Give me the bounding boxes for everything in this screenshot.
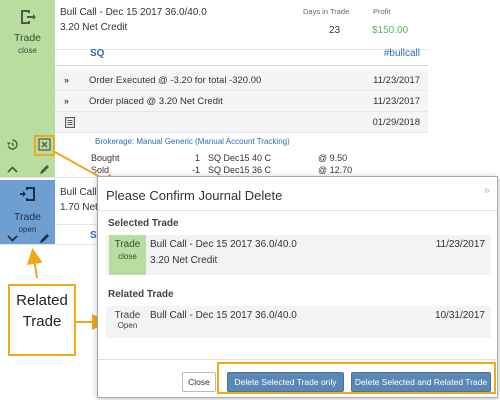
leg-quantity: 1 xyxy=(195,153,201,163)
activity-date: 11/23/2017 xyxy=(373,96,420,107)
activity-text: Order Executed @ -3.20 for total -320.00 xyxy=(89,75,262,86)
leg-price: @ 9.50 xyxy=(318,153,348,163)
badge-label: Trade xyxy=(114,239,141,250)
related-trade-date: 10/31/2017 xyxy=(434,310,485,321)
callout-line: Trade xyxy=(22,313,62,330)
selected-trade-row: Trade close Bull Call - Dec 15 2017 36.0… xyxy=(106,235,491,275)
trade-symbol-link[interactable]: SQ xyxy=(90,48,104,59)
related-trade-callout: Related Trade xyxy=(8,284,76,356)
dialog-close-icon[interactable]: » xyxy=(484,185,490,197)
related-trade-heading: Related Trade xyxy=(108,289,174,300)
activity-row: » Order placed @ 3.20 Net Credit 11/23/2… xyxy=(55,91,428,112)
callout-line: Related xyxy=(16,292,68,309)
dialog-divider xyxy=(98,210,497,211)
selected-trade-credit: 3.20 Net Credit xyxy=(150,255,218,266)
order-placed-icon: » xyxy=(64,96,70,106)
trade-strategy: Bull Call - Dec 15 2017 36.0/40.0 xyxy=(60,7,207,18)
activity-date: 11/23/2017 xyxy=(373,75,420,86)
leg-quantity: -1 xyxy=(192,165,201,175)
leg-action: Sold xyxy=(91,165,110,175)
trade-symbol-row: SQ #bullcall xyxy=(55,43,428,66)
trade-net-credit: 3.20 Net Credit xyxy=(60,22,128,33)
leg-description: SQ Dec15 36 C xyxy=(208,165,272,175)
selected-trade-badge: Trade close xyxy=(109,235,146,275)
badge-sub: Open xyxy=(117,321,138,330)
trade-legs-section: Brokerage: Manual Generic (Manual Accoun… xyxy=(55,133,428,178)
edit-pencil-icon[interactable] xyxy=(38,163,51,176)
trade-status-label: Trade xyxy=(13,211,42,223)
related-trade-badge: Trade Open xyxy=(109,306,146,338)
trade-status-sidebar: Trade open xyxy=(0,180,55,244)
leg-action: Bought xyxy=(91,153,120,163)
trade-status-sub: close xyxy=(18,46,37,55)
dialog-title: Please Confirm Journal Delete xyxy=(106,188,283,203)
trade-strategy: Bull Call xyxy=(60,187,97,198)
activity-text: Order placed @ 3.20 Net Credit xyxy=(89,96,223,107)
profit-value: $150.00 xyxy=(372,25,409,36)
delete-buttons-highlight xyxy=(217,362,496,394)
profit-header: Profit xyxy=(373,7,391,16)
selected-trade-strategy: Bull Call - Dec 15 2017 36.0/40.0 xyxy=(150,239,297,250)
chevron-down-icon[interactable] xyxy=(6,232,19,245)
dialog-footer-divider xyxy=(98,359,497,360)
badge-sub: close xyxy=(118,252,137,261)
close-button[interactable]: Close xyxy=(182,372,216,392)
edit-pencil-icon[interactable] xyxy=(38,232,51,245)
related-trade-strategy: Bull Call - Dec 15 2017 36.0/40.0 xyxy=(150,310,297,321)
trade-net-credit: 1.70 Net xyxy=(60,202,98,213)
brokerage-label: Brokerage: Manual Generic (Manual Accoun… xyxy=(95,137,290,146)
enter-trade-icon xyxy=(20,187,35,201)
days-in-trade-header: Days in Trade xyxy=(303,7,350,16)
activity-row: » Order Executed @ -3.20 for total -320.… xyxy=(55,70,428,91)
leg-price: @ 12.70 xyxy=(318,165,353,175)
trade-card-closed[interactable]: Trade close Bull Call - Dec 15 2017 36.0… xyxy=(0,0,428,178)
arrow-to-related-trade-card xyxy=(26,248,43,279)
selected-trade-heading: Selected Trade xyxy=(108,218,179,229)
days-in-trade-value: 23 xyxy=(329,25,341,36)
leg-description: SQ Dec15 40 C xyxy=(208,153,272,163)
note-icon[interactable] xyxy=(65,117,75,128)
activity-row: 01/29/2018 xyxy=(55,112,428,133)
order-executed-icon: » xyxy=(64,75,70,85)
exit-trade-icon xyxy=(21,10,36,24)
badge-label: Trade xyxy=(114,310,141,321)
delete-icon-highlight xyxy=(34,135,55,156)
history-icon[interactable] xyxy=(6,138,19,151)
trade-status-label: Trade xyxy=(13,32,42,44)
trade-tag-link[interactable]: #bullcall xyxy=(384,48,420,59)
selected-trade-date: 11/23/2017 xyxy=(435,239,485,250)
chevron-up-icon[interactable] xyxy=(6,163,19,176)
activity-date: 01/29/2018 xyxy=(372,117,420,128)
related-trade-row: Trade Open Bull Call - Dec 15 2017 36.0/… xyxy=(106,306,491,338)
